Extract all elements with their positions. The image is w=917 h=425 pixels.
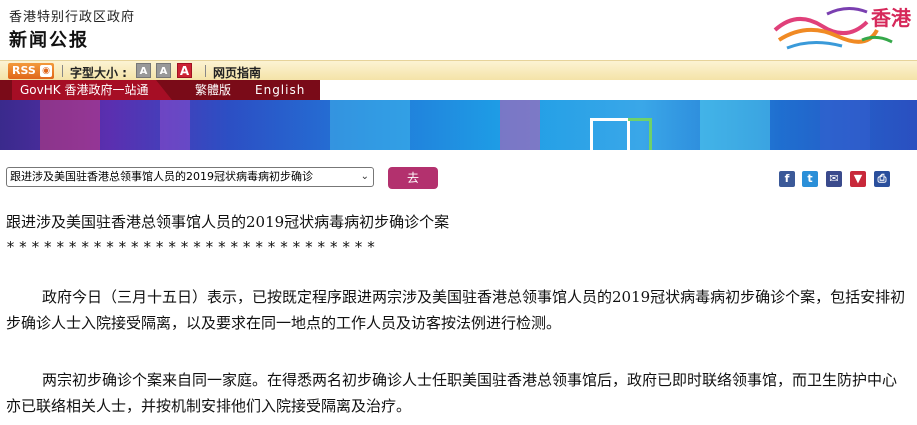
brand-hong-kong-logo[interactable]: 香港 [767,0,917,58]
toolbar-divider [62,65,63,77]
press-release-select[interactable]: 跟进涉及美国驻香港总领事馆人员的2019冠状病毒病初步确诊 ⌄ [6,167,374,187]
article-paragraph: 政府今日（三月十五日）表示，已按既定程序跟进两宗涉及美国驻香港总领事馆人员的20… [6,288,906,332]
print-icon[interactable]: ⎙ [874,171,890,187]
title-divider-stars: ****************************** [6,238,379,256]
government-name: 香港特别行政区政府 [9,10,136,25]
go-button[interactable]: 去 [388,167,438,189]
email-icon[interactable]: ✉ [826,171,842,187]
topic-selector-row: 跟进涉及美国驻香港总领事馆人员的2019冠状病毒病初步确诊 ⌄ 去 f t ✉ … [0,164,917,190]
utility-toolbar: RSS ◉ 字型大小 : A A A 网页指南 [0,60,917,80]
article-title: 跟进涉及美国驻香港总领事馆人员的2019冠状病毒病初步确诊个案 [6,213,450,231]
english-link[interactable]: English [255,80,305,100]
rss-feed-icon: ◉ [40,65,52,77]
banner-frame-shape [628,118,652,150]
banner-stripe [700,100,770,150]
govhk-link[interactable]: GovHK 香港政府一站通 [12,80,172,100]
banner-stripe [820,100,870,150]
facebook-icon[interactable]: f [779,171,795,187]
page-header: 香港特别行政区政府 新闻公报 香港 [0,0,917,58]
bookmark-icon[interactable]: ▼ [850,171,866,187]
traditional-chinese-link[interactable]: 繁體版 [185,80,231,100]
font-size-label: 字型大小 : [70,66,127,80]
twitter-icon[interactable]: t [802,171,818,187]
selected-topic: 跟进涉及美国驻香港总领事馆人员的2019冠状病毒病初步确诊 [10,170,313,183]
font-small-button[interactable]: A [136,63,151,78]
language-nav-bar: GovHK 香港政府一站通 繁體版 English [0,80,917,100]
chevron-down-icon: ⌄ [360,171,369,182]
nav-bar-blank [320,80,917,100]
page-title: 新闻公报 [9,30,89,51]
banner-frame-shape [590,118,630,150]
article-paragraph: 两宗初步确诊个案来自同一家庭。在得悉两名初步确诊人士任职美国驻香港总领事馆后，政… [6,371,898,415]
toolbar-divider [205,65,206,77]
decorative-banner [0,100,917,150]
font-large-button[interactable]: A [177,63,192,78]
brand-name: 香港 [871,6,911,30]
banner-stripe [40,100,100,150]
banner-stripe [330,100,410,150]
rss-button[interactable]: RSS ◉ [8,63,54,79]
banner-stripe [160,100,190,150]
font-medium-button[interactable]: A [156,63,171,78]
banner-stripe [500,100,540,150]
site-guide-link[interactable]: 网页指南 [213,64,261,81]
rss-label: RSS [12,64,36,77]
